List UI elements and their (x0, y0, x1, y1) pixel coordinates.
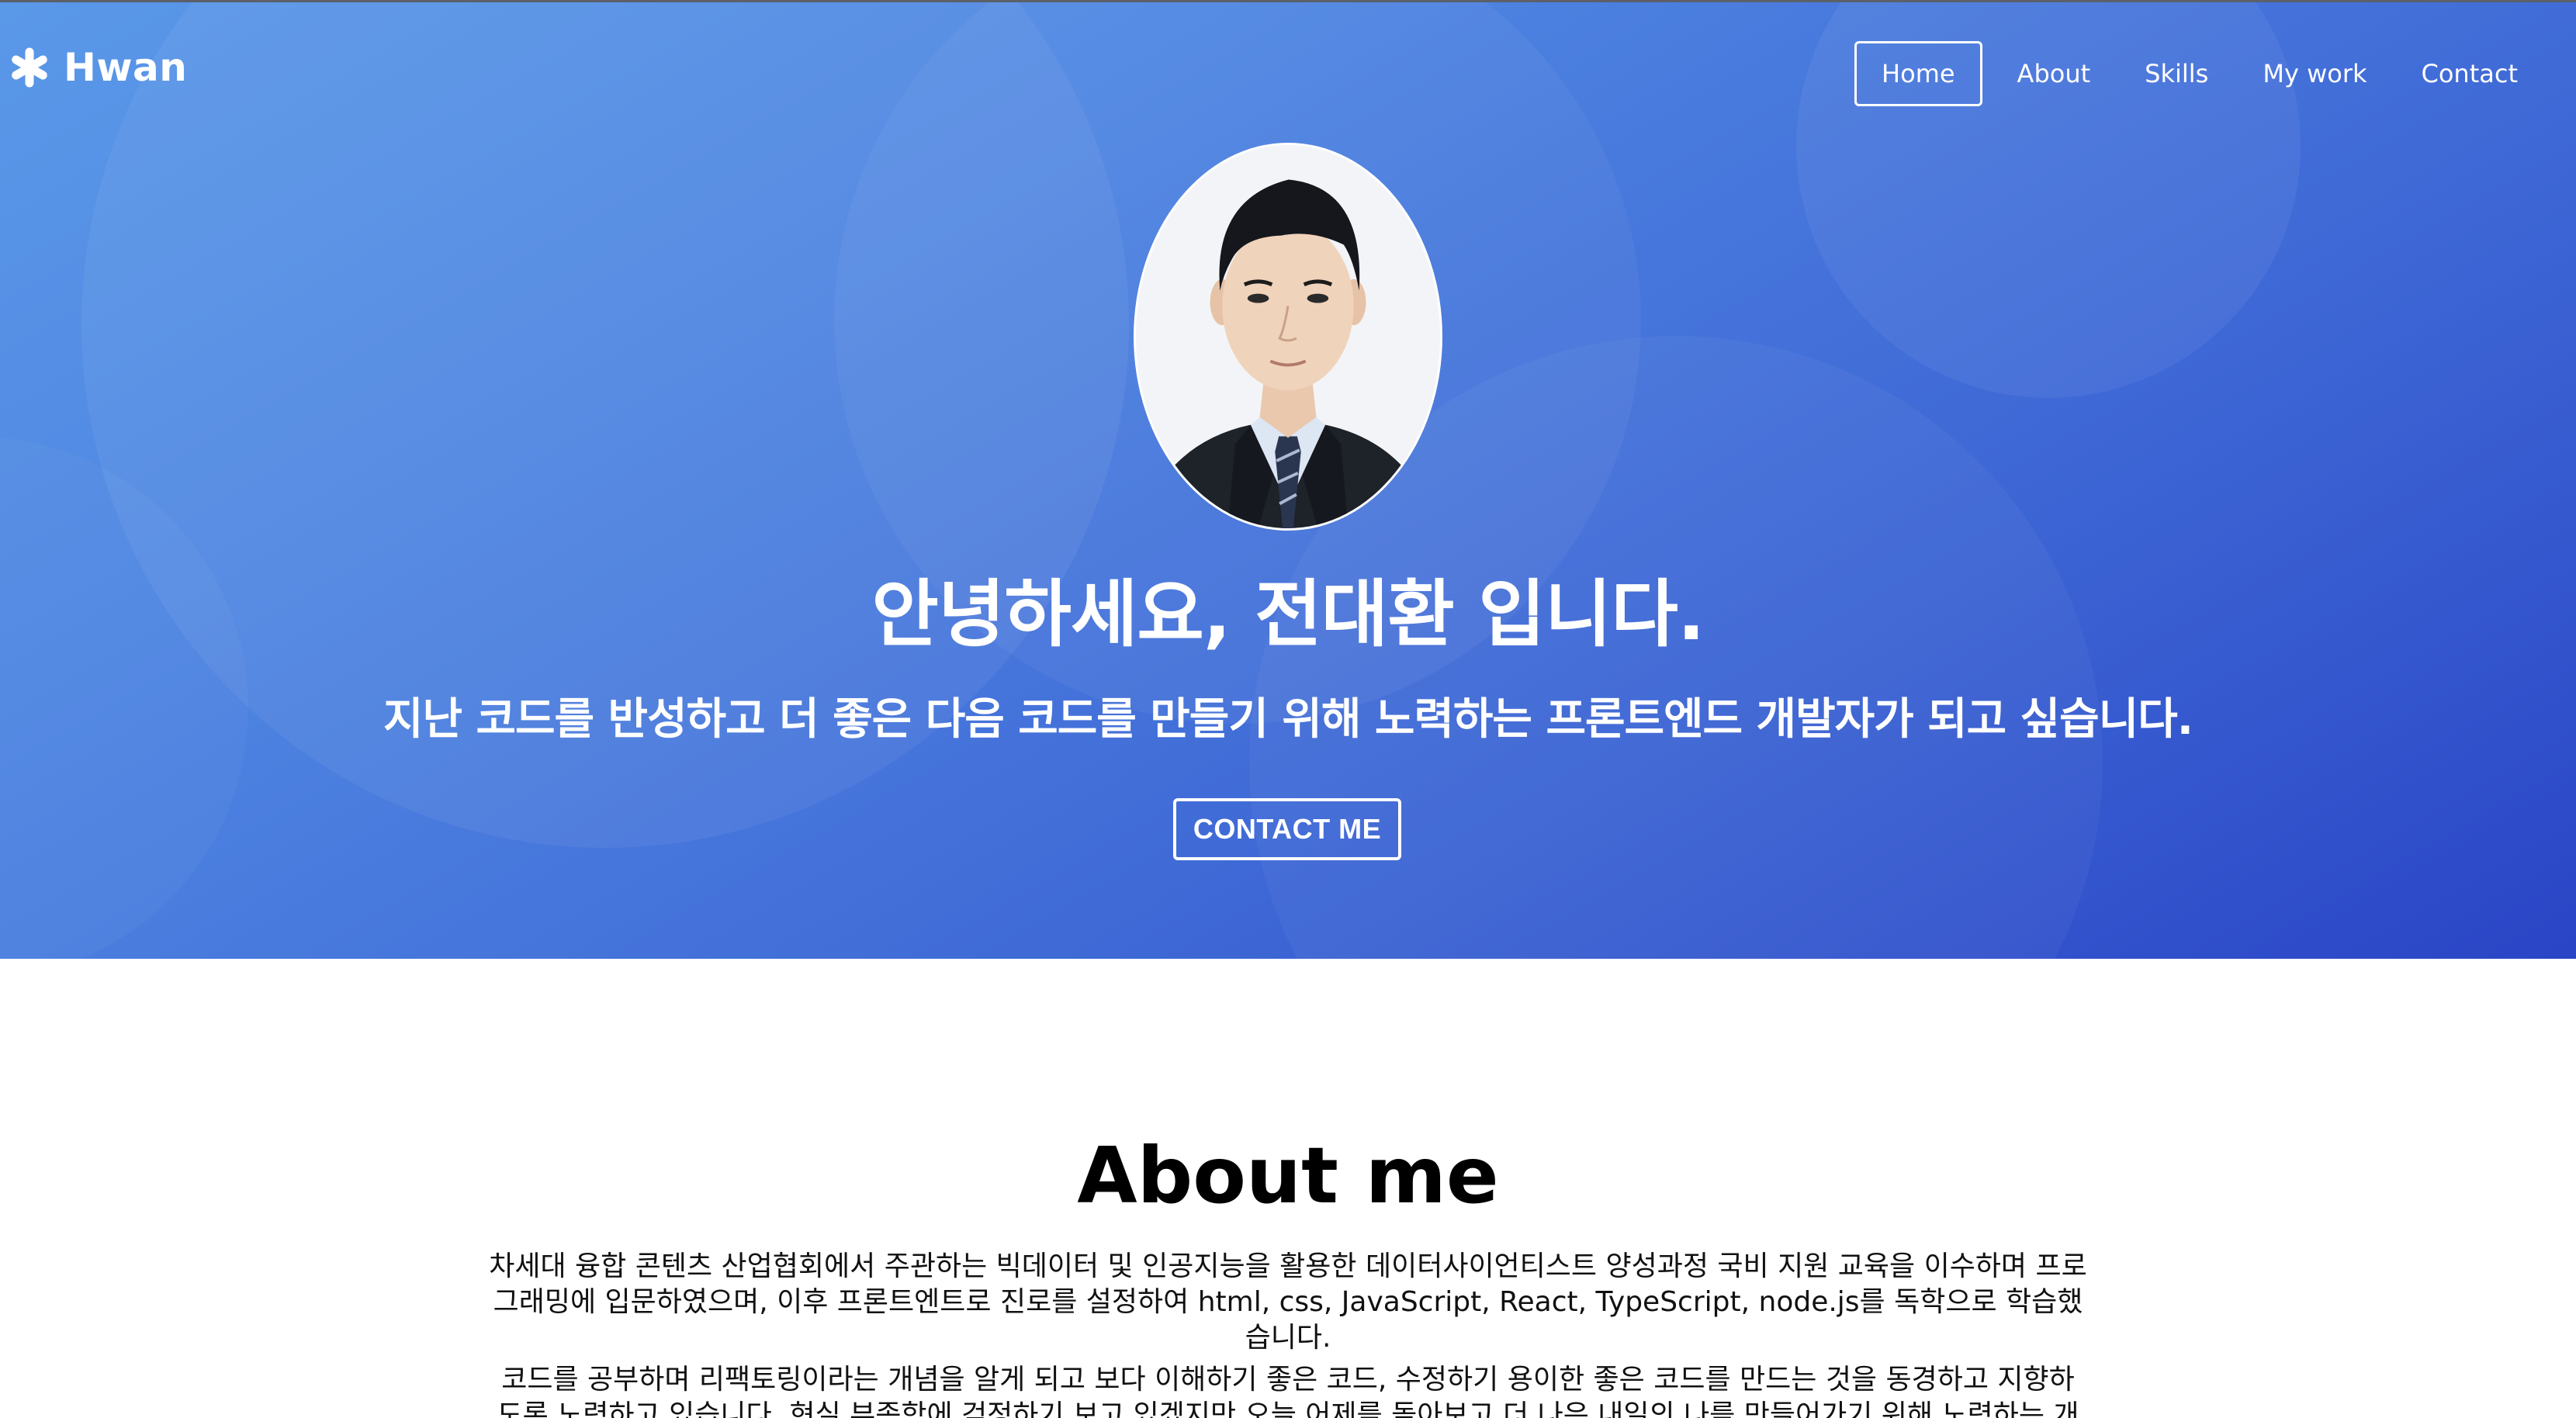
contact-me-button[interactable]: CONTACT ME (1173, 798, 1401, 860)
nav-item-contact[interactable]: Contact (2394, 41, 2546, 106)
hero-section: Hwan Home About Skills My work Contact 안… (0, 0, 2576, 959)
about-section: About me 차세대 융합 콘텐츠 산업협회에서 주관하는 빅데이터 및 인… (0, 959, 2576, 1418)
nav-item-about[interactable]: About (1990, 41, 2118, 106)
nav-item-skills[interactable]: Skills (2117, 41, 2235, 106)
about-paragraph: 코드를 공부하며 리팩토링이라는 개념을 알게 되고 보다 이해하기 좋은 코드… (497, 1364, 2079, 1418)
about-description: 차세대 융합 콘텐츠 산업협회에서 주관하는 빅데이터 및 인공지능을 활용한 … (489, 1249, 2087, 1418)
asterisk-icon (9, 47, 50, 88)
profile-photo (1136, 145, 1440, 528)
logo-text: Hwan (64, 45, 188, 90)
logo-link[interactable]: Hwan (9, 45, 187, 90)
hero-subtitle: 지난 코드를 반성하고 더 좋은 다음 코드를 만들기 위해 노력하는 프론트엔… (383, 694, 2193, 745)
about-title: About me (1077, 1130, 1499, 1221)
avatar (1134, 143, 1442, 531)
nav-item-home[interactable]: Home (1854, 41, 1982, 106)
nav-item-my-work[interactable]: My work (2235, 41, 2394, 106)
hero-title: 안녕하세요, 전대환 입니다. (871, 572, 1705, 657)
nav-menu: Home About Skills My work Contact (1854, 41, 2545, 106)
about-paragraph: 차세대 융합 콘텐츠 산업협회에서 주관하는 빅데이터 및 인공지능을 활용한 … (489, 1250, 2087, 1354)
navbar: Hwan Home About Skills My work Contact (0, 2, 2576, 142)
